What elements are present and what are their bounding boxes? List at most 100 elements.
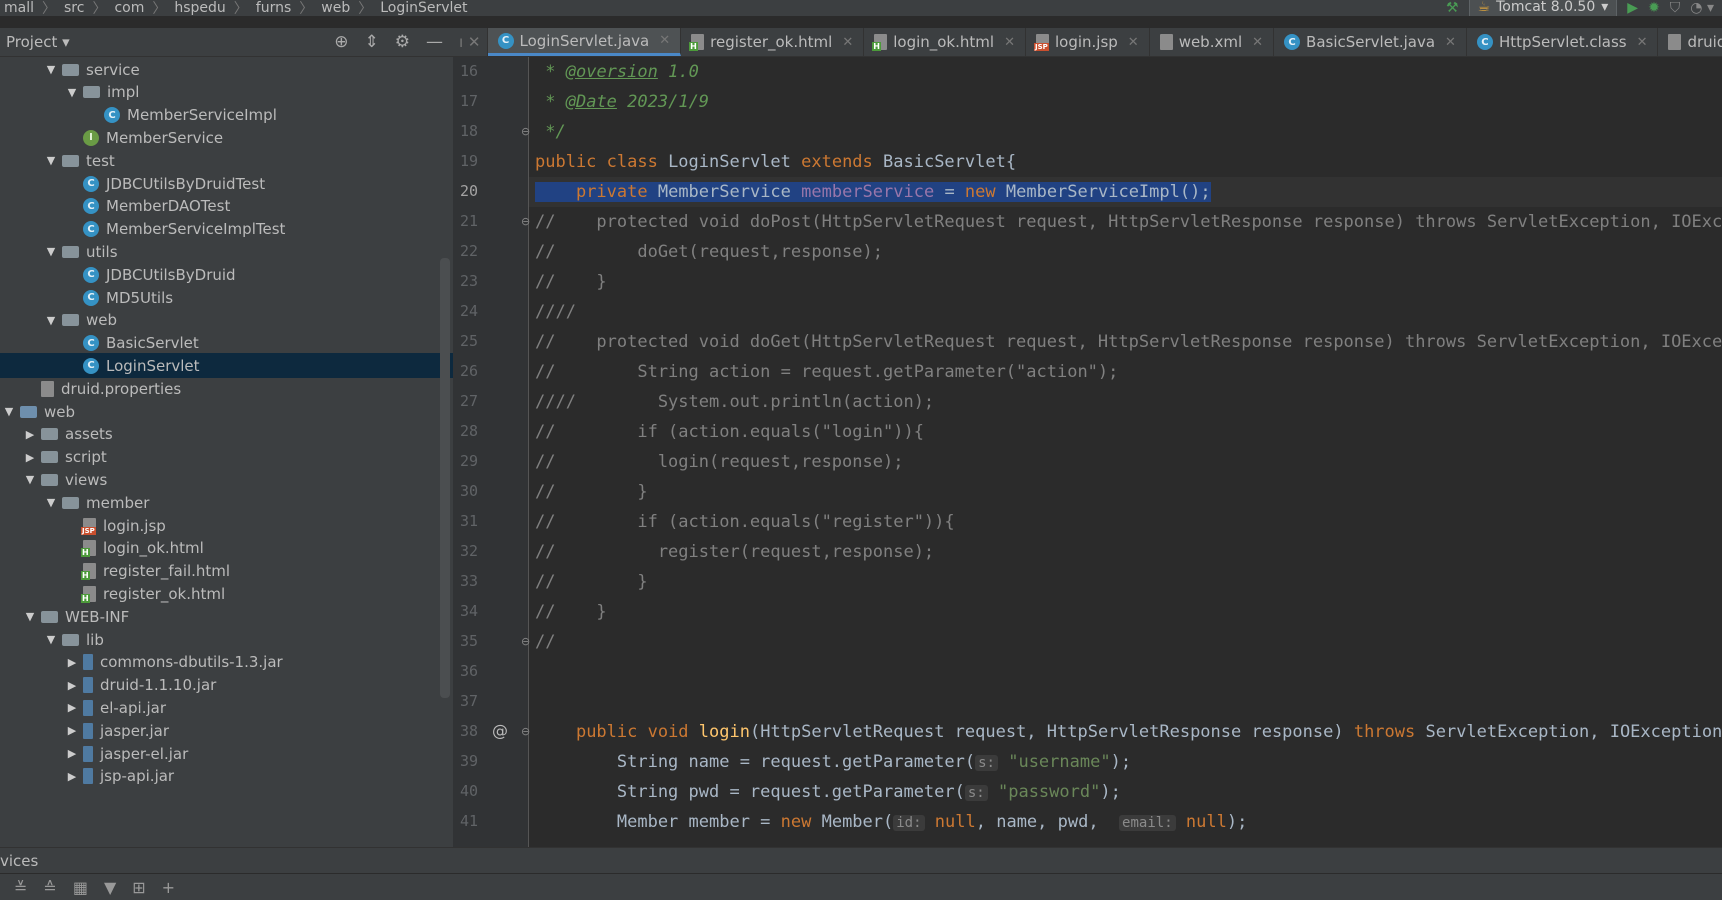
code-line[interactable]: // login(request,response); <box>535 447 903 477</box>
tree-node[interactable]: ▼ WEB-INF <box>0 604 453 629</box>
code-line[interactable]: // if (action.equals("register")){ <box>535 507 955 537</box>
expanded-arrow-icon[interactable]: ▼ <box>44 245 58 258</box>
breadcrumb-item[interactable]: web <box>317 0 354 16</box>
coverage-icon[interactable]: ⛉ <box>1670 0 1681 16</box>
expanded-arrow-icon[interactable]: ▼ <box>44 314 58 327</box>
tree-node[interactable]: C JDBCUtilsByDruid <box>0 262 453 287</box>
collapsed-arrow-icon[interactable]: ▶ <box>65 656 79 669</box>
tree-node[interactable]: ▼ views <box>0 467 453 492</box>
breadcrumb-item[interactable]: hspedu <box>170 0 229 16</box>
editor-tab[interactable]: register_ok.html ✕ <box>681 28 865 56</box>
close-icon[interactable]: ✕ <box>1252 35 1263 50</box>
tree-node[interactable]: ▶ jsp-api.jar <box>0 764 453 789</box>
gear-icon[interactable]: ⚙ <box>395 32 410 52</box>
code-line[interactable]: */ <box>535 117 565 147</box>
tree-node[interactable]: druid.properties <box>0 376 453 401</box>
code-line[interactable]: Member member = new Member(id: null, nam… <box>535 807 1247 837</box>
tree-node[interactable]: login.jsp <box>0 513 453 538</box>
tree-node[interactable]: ▼ test <box>0 148 453 173</box>
expanded-arrow-icon[interactable]: ▼ <box>23 473 37 486</box>
tree-node[interactable]: register_ok.html <box>0 581 453 606</box>
add-icon[interactable]: + <box>162 878 175 897</box>
tree-node[interactable]: ▶ druid-1.1.10.jar <box>0 673 453 698</box>
tree-node[interactable]: ▼ utils <box>0 239 453 264</box>
tree-node[interactable]: ▶ el-api.jar <box>0 695 453 720</box>
tree-node[interactable]: ▼ member <box>0 490 453 515</box>
collapsed-arrow-icon[interactable]: ▶ <box>65 747 79 760</box>
expanded-arrow-icon[interactable]: ▼ <box>2 405 16 418</box>
code-line[interactable]: // protected void doPost(HttpServletRequ… <box>535 207 1722 237</box>
close-icon[interactable]: ✕ <box>659 33 670 48</box>
collapsed-arrow-icon[interactable]: ▶ <box>65 679 79 692</box>
run-icon[interactable]: ▶ <box>1627 0 1638 16</box>
collapsed-arrow-icon[interactable]: ▶ <box>23 428 37 441</box>
code-line[interactable]: // protected void doGet(HttpServletReque… <box>535 327 1722 357</box>
override-marker-icon[interactable]: @ <box>492 721 508 740</box>
close-icon[interactable]: ✕ <box>1637 35 1648 50</box>
project-dropdown[interactable]: Project ▾ <box>0 33 70 51</box>
breadcrumb-item[interactable]: LoginServlet <box>376 0 471 16</box>
tree-node[interactable]: ▶ jasper-el.jar <box>0 741 453 766</box>
tree-node[interactable]: ▼ web <box>0 399 453 424</box>
breadcrumb-item[interactable]: com <box>110 0 148 16</box>
filter-icon[interactable]: ▼ <box>104 878 116 897</box>
editor-tab[interactable]: web.xml ✕ <box>1150 28 1275 56</box>
code-line[interactable]: // doGet(request,response); <box>535 237 883 267</box>
code-line[interactable]: * @oversion 1.0 <box>535 57 699 87</box>
editor-tab[interactable]: C LoginServlet.java ✕ <box>487 28 682 56</box>
locate-icon[interactable]: ⊕ <box>334 32 348 52</box>
breadcrumb-item[interactable]: furns <box>252 0 295 16</box>
tree-node[interactable]: ▼ lib <box>0 627 453 652</box>
build-icon[interactable]: ⚒ <box>1446 0 1459 16</box>
debug-icon[interactable]: ✹ <box>1648 0 1660 16</box>
code-line[interactable]: // } <box>535 567 648 597</box>
tree-node[interactable]: ▶ script <box>0 445 453 470</box>
tree-node[interactable]: ▼ impl <box>0 80 453 105</box>
editor-tab[interactable]: C HttpServlet.class ✕ <box>1467 28 1659 56</box>
collapsed-arrow-icon[interactable]: ▶ <box>65 770 79 783</box>
code-line[interactable]: String name = request.getParameter(s: "u… <box>535 747 1131 777</box>
code-line[interactable]: public void login(HttpServletRequest req… <box>535 717 1722 747</box>
tree-node[interactable]: C MemberServiceImpl <box>0 103 453 128</box>
tree-node[interactable]: C BasicServlet <box>0 331 453 356</box>
run-config-select[interactable]: ☕ Tomcat 8.0.50 ▾ <box>1468 0 1618 16</box>
tree-node[interactable]: ▶ commons-dbutils-1.3.jar <box>0 650 453 675</box>
editor-tab[interactable]: C BasicServlet.java ✕ <box>1274 28 1467 56</box>
tree-node[interactable]: C JDBCUtilsByDruidTest <box>0 171 453 196</box>
tree-node[interactable]: C MemberDAOTest <box>0 194 453 219</box>
tab-overflow-icon[interactable]: ı ✕ <box>459 33 481 51</box>
profile-icon[interactable]: ◔ ▾ <box>1690 0 1714 16</box>
expanded-arrow-icon[interactable]: ▼ <box>44 154 58 167</box>
code-line[interactable]: //// <box>535 297 576 327</box>
tree-node[interactable]: C MD5Utils <box>0 285 453 310</box>
code-line[interactable]: //// System.out.println(action); <box>535 387 934 417</box>
expanded-arrow-icon[interactable]: ▼ <box>23 610 37 623</box>
breadcrumb-item[interactable]: mall <box>0 0 38 16</box>
code-editor[interactable]: * @oversion 1.0 * @Date 2023/1/9 */publi… <box>529 57 1722 847</box>
code-line[interactable]: * @Date 2023/1/9 <box>535 87 709 117</box>
code-line[interactable]: // } <box>535 597 607 627</box>
expanded-arrow-icon[interactable]: ▼ <box>44 496 58 509</box>
close-icon[interactable]: ✕ <box>1445 35 1456 50</box>
code-line[interactable]: private MemberService memberService = ne… <box>535 177 1211 207</box>
code-line[interactable]: // } <box>535 477 648 507</box>
close-icon[interactable]: ✕ <box>1004 35 1015 50</box>
tree-node[interactable]: ▼ web <box>0 308 453 333</box>
code-line[interactable]: // <box>535 627 555 657</box>
tree-node[interactable]: login_ok.html <box>0 536 453 561</box>
code-line[interactable]: public class LoginServlet extends BasicS… <box>535 147 1016 177</box>
collapse-all-icon[interactable]: ≙ <box>43 878 56 897</box>
hide-icon[interactable]: — <box>426 32 443 52</box>
expand-all-icon[interactable]: ≚ <box>14 878 27 897</box>
tree-scrollbar[interactable] <box>440 258 450 698</box>
code-line[interactable]: // String action = request.getParameter(… <box>535 357 1118 387</box>
collapsed-arrow-icon[interactable]: ▶ <box>65 724 79 737</box>
collapsed-arrow-icon[interactable]: ▶ <box>65 701 79 714</box>
breadcrumb-item[interactable]: src <box>60 0 88 16</box>
collapse-all-icon[interactable]: ⇕ <box>365 32 379 52</box>
code-line[interactable]: String pwd = request.getParameter(s: "pa… <box>535 777 1121 807</box>
tree-node[interactable]: C LoginServlet <box>0 353 453 379</box>
tree-node[interactable]: C MemberServiceImplTest <box>0 217 453 242</box>
expanded-arrow-icon[interactable]: ▼ <box>65 86 79 99</box>
expanded-arrow-icon[interactable]: ▼ <box>44 633 58 646</box>
